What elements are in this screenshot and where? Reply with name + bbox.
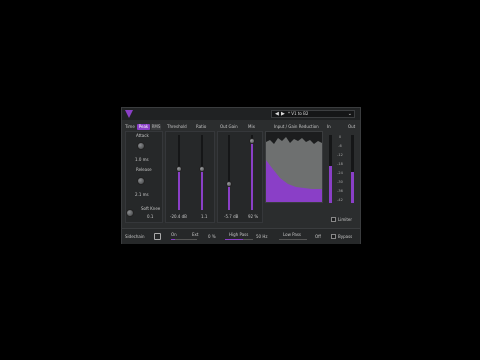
- out-gain-slider-fill: [228, 183, 230, 210]
- ratio-slider-thumb[interactable]: [199, 165, 205, 172]
- scale-tick: -18: [337, 162, 343, 166]
- ratio-slider-fill: [201, 168, 203, 210]
- logo-mark-icon: [125, 110, 133, 118]
- gain-reduction-waveform: [266, 137, 322, 202]
- scale-tick: -24: [337, 171, 343, 175]
- time-label: Time: [125, 124, 135, 129]
- output-panel: [217, 131, 263, 223]
- mix-label: Mix: [248, 124, 255, 129]
- scale-tick: -12: [337, 153, 343, 157]
- plugin-header: ◀ ▶ * V1 to B2 ⌄: [122, 108, 360, 120]
- mix-slider-thumb[interactable]: [249, 138, 255, 144]
- sidechain-percent: 0 %: [208, 234, 216, 239]
- threshold-ratio-panel: [165, 131, 215, 223]
- threshold-slider-track[interactable]: [178, 135, 180, 210]
- sidechain-source-fill: [171, 239, 175, 240]
- scale-tick: -6: [338, 144, 342, 148]
- attack-value: 1.0 ms: [135, 157, 149, 162]
- threshold-value: -20.4 dB: [170, 214, 187, 219]
- sidechain-listen-icon[interactable]: [154, 233, 161, 240]
- release-label: Release: [136, 167, 152, 172]
- sidechain-source-slider[interactable]: [171, 239, 197, 240]
- scale-tick: -30: [337, 180, 343, 184]
- plugin-logo: [125, 110, 205, 118]
- out-gain-slider-thumb[interactable]: [226, 180, 232, 187]
- scale-tick: -36: [337, 189, 343, 193]
- soft-knee-value: 0.1: [147, 214, 154, 219]
- meter-out-label: Out: [348, 124, 356, 129]
- limiter-label: Limiter: [338, 217, 353, 222]
- limiter-checkbox[interactable]: [331, 217, 336, 222]
- output-meter-fill: [351, 172, 354, 203]
- threshold-slider-fill: [178, 168, 180, 210]
- input-meter: [329, 135, 332, 203]
- release-value: 2.1 ms: [135, 192, 149, 197]
- ratio-value: 1.1: [201, 214, 208, 219]
- out-gain-label: Out Gain: [220, 124, 238, 129]
- sidechain-on-label[interactable]: On: [171, 232, 177, 237]
- mix-slider-track[interactable]: [251, 135, 253, 210]
- sidechain-bar: Sidechain On Ext 0 % High Pass 50 Hz Low…: [122, 228, 360, 244]
- ratio-label: Ratio: [196, 124, 207, 129]
- meter-scale: 0 -6 -12 -18 -24 -30 -36 -42: [335, 135, 345, 215]
- high-pass-value: 50 Hz: [256, 234, 268, 239]
- low-pass-label: Low Pass: [283, 232, 301, 237]
- compressor-plugin-window: ◀ ▶ * V1 to B2 ⌄ Time Peak RMS Attack 1.…: [121, 107, 361, 244]
- scale-tick: -42: [337, 198, 343, 202]
- bypass-checkbox[interactable]: [331, 234, 336, 239]
- high-pass-fill: [225, 239, 243, 240]
- chevron-down-icon[interactable]: ⌄: [348, 111, 352, 117]
- attack-knob[interactable]: [137, 142, 145, 150]
- output-meter: [351, 135, 354, 203]
- soft-knee-label: Soft Knee: [141, 206, 161, 211]
- high-pass-label: High Pass: [229, 232, 249, 237]
- input-meter-fill: [329, 165, 332, 203]
- out-gain-slider-track[interactable]: [228, 135, 230, 210]
- graph-label: Input / Gain Reduction: [274, 124, 319, 129]
- preset-next-icon[interactable]: ▶: [281, 111, 285, 117]
- bypass-label: Bypass: [338, 234, 353, 239]
- gain-reduction-graph: [265, 131, 323, 203]
- soft-knee-knob[interactable]: [126, 209, 134, 217]
- low-pass-value: Off: [315, 234, 321, 239]
- sidechain-ext-label[interactable]: Ext: [192, 232, 198, 237]
- ratio-slider-track[interactable]: [201, 135, 203, 210]
- threshold-label: Threshold: [167, 124, 187, 129]
- scale-tick: 0: [338, 135, 342, 139]
- preset-prev-icon[interactable]: ◀: [275, 111, 279, 117]
- preset-selector[interactable]: ◀ ▶ * V1 to B2 ⌄: [271, 110, 355, 118]
- peak-mode-button[interactable]: Peak: [137, 124, 150, 130]
- meter-in-label: In: [327, 124, 331, 129]
- mix-slider-fill: [251, 141, 253, 210]
- threshold-slider-thumb[interactable]: [176, 165, 182, 172]
- mix-value: 92 %: [248, 214, 259, 219]
- low-pass-slider[interactable]: [279, 239, 307, 240]
- sidechain-label: Sidechain: [125, 234, 145, 239]
- out-gain-value: -5.7 dB: [224, 214, 239, 219]
- attack-label: Attack: [136, 133, 149, 138]
- release-knob[interactable]: [137, 177, 145, 185]
- high-pass-slider[interactable]: [225, 239, 253, 240]
- preset-name: * V1 to B2: [288, 111, 309, 116]
- rms-mode-button[interactable]: RMS: [151, 124, 161, 130]
